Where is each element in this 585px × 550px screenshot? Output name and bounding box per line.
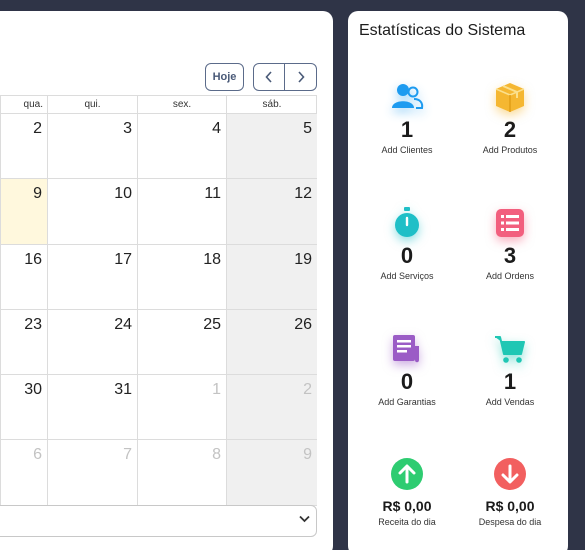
- stat-label: Receita do dia: [378, 517, 436, 527]
- stat-clientes[interactable]: 1 Add Clientes: [357, 79, 457, 155]
- day-header-thu: qui.: [47, 96, 137, 114]
- day-cell[interactable]: 19: [226, 244, 317, 310]
- stat-value: 0: [400, 243, 414, 268]
- stat-despesa[interactable]: R$ 0,00 Despesa do dia: [460, 456, 560, 527]
- stat-value: R$ 0,00: [485, 498, 535, 514]
- day-cell-other-month[interactable]: 1: [137, 375, 226, 441]
- day-cell[interactable]: 5: [226, 114, 317, 180]
- week-row: 23 24 25 26: [0, 309, 317, 376]
- day-cell-other-month[interactable]: 2: [226, 375, 317, 441]
- stat-value: 0: [400, 369, 414, 394]
- stat-label: Add Ordens: [485, 271, 535, 281]
- day-cell[interactable]: 16: [0, 244, 47, 310]
- day-cell[interactable]: 12: [226, 179, 317, 245]
- day-cell[interactable]: 2: [0, 114, 47, 180]
- stat-label: Add Serviços: [380, 271, 434, 281]
- day-cell[interactable]: 4: [137, 114, 226, 180]
- day-cell[interactable]: 3: [47, 114, 137, 180]
- calendar-grid: qua. qui. sex. sáb. 2 3 4 5 9 10 11 12 1…: [0, 95, 317, 506]
- day-cell[interactable]: 26: [226, 309, 317, 376]
- stopwatch-icon: [357, 205, 457, 241]
- stat-produtos[interactable]: 2 Add Produtos: [460, 79, 560, 155]
- stat-servicos[interactable]: 0 Add Serviços: [357, 205, 457, 281]
- arrow-down-circle-icon: [460, 456, 560, 492]
- stat-value: 1: [503, 369, 517, 394]
- stat-label: Add Clientes: [381, 145, 433, 155]
- chevron-left-icon: [265, 71, 272, 83]
- day-cell-other-month[interactable]: 7: [47, 440, 137, 506]
- day-cell[interactable]: 31: [47, 375, 137, 441]
- day-cell[interactable]: 11: [137, 179, 226, 245]
- cart-icon: [460, 331, 560, 367]
- document-icon: [357, 331, 457, 367]
- week-row: 16 17 18 19: [0, 244, 317, 310]
- day-header-row: qua. qui. sex. sáb.: [0, 96, 317, 114]
- stat-receita[interactable]: R$ 0,00 Receita do dia: [357, 456, 457, 527]
- week-row: 6 7 8 9: [0, 440, 317, 506]
- stat-label: Add Garantias: [378, 397, 436, 407]
- stat-vendas[interactable]: 1 Add Vendas: [460, 331, 560, 407]
- day-cell[interactable]: 23: [0, 309, 47, 376]
- stat-label: Add Vendas: [485, 397, 535, 407]
- day-cell[interactable]: 24: [47, 309, 137, 376]
- day-cell[interactable]: 17: [47, 244, 137, 310]
- calendar-toolbar: Hoje: [205, 63, 317, 91]
- day-header-fri: sex.: [137, 96, 226, 114]
- day-cell[interactable]: 10: [47, 179, 137, 245]
- stats-title: Estatísticas do Sistema: [359, 22, 526, 39]
- next-button[interactable]: [285, 63, 317, 91]
- nav-button-group: [253, 63, 317, 91]
- list-icon: [460, 205, 560, 241]
- stat-label: Despesa do dia: [478, 517, 542, 527]
- users-icon: [357, 79, 457, 115]
- prev-button[interactable]: [253, 63, 285, 91]
- stat-ordens[interactable]: 3 Add Ordens: [460, 205, 560, 281]
- stat-value: 1: [400, 117, 414, 142]
- day-cell[interactable]: 25: [137, 309, 226, 376]
- stats-panel: Estatísticas do Sistema 1 Add Clientes 2…: [348, 11, 568, 550]
- arrow-up-circle-icon: [357, 456, 457, 492]
- box-icon: [460, 79, 560, 115]
- today-button[interactable]: Hoje: [205, 63, 244, 91]
- day-cell[interactable]: 30: [0, 375, 47, 441]
- chevron-right-icon: [297, 71, 305, 83]
- day-header-sat: sáb.: [226, 96, 317, 114]
- day-cell[interactable]: 18: [137, 244, 226, 310]
- stat-garantias[interactable]: 0 Add Garantias: [357, 331, 457, 407]
- week-row: 30 31 1 2: [0, 375, 317, 441]
- calendar-panel: Hoje qua. qui. sex. sáb. 2 3 4 5 9 10 11: [0, 11, 333, 550]
- day-cell-today[interactable]: 9: [0, 179, 47, 245]
- stat-value: R$ 0,00: [382, 498, 432, 514]
- day-cell-other-month[interactable]: 9: [226, 440, 317, 506]
- day-header-wed: qua.: [0, 96, 47, 114]
- chevron-down-icon: [299, 515, 310, 523]
- week-row: 2 3 4 5: [0, 114, 317, 180]
- view-select[interactable]: [0, 505, 317, 537]
- week-row: 9 10 11 12: [0, 179, 317, 245]
- stat-value: 3: [503, 243, 517, 268]
- stat-label: Add Produtos: [482, 145, 538, 155]
- stat-value: 2: [503, 117, 517, 142]
- day-cell-other-month[interactable]: 8: [137, 440, 226, 506]
- day-cell-other-month[interactable]: 6: [0, 440, 47, 506]
